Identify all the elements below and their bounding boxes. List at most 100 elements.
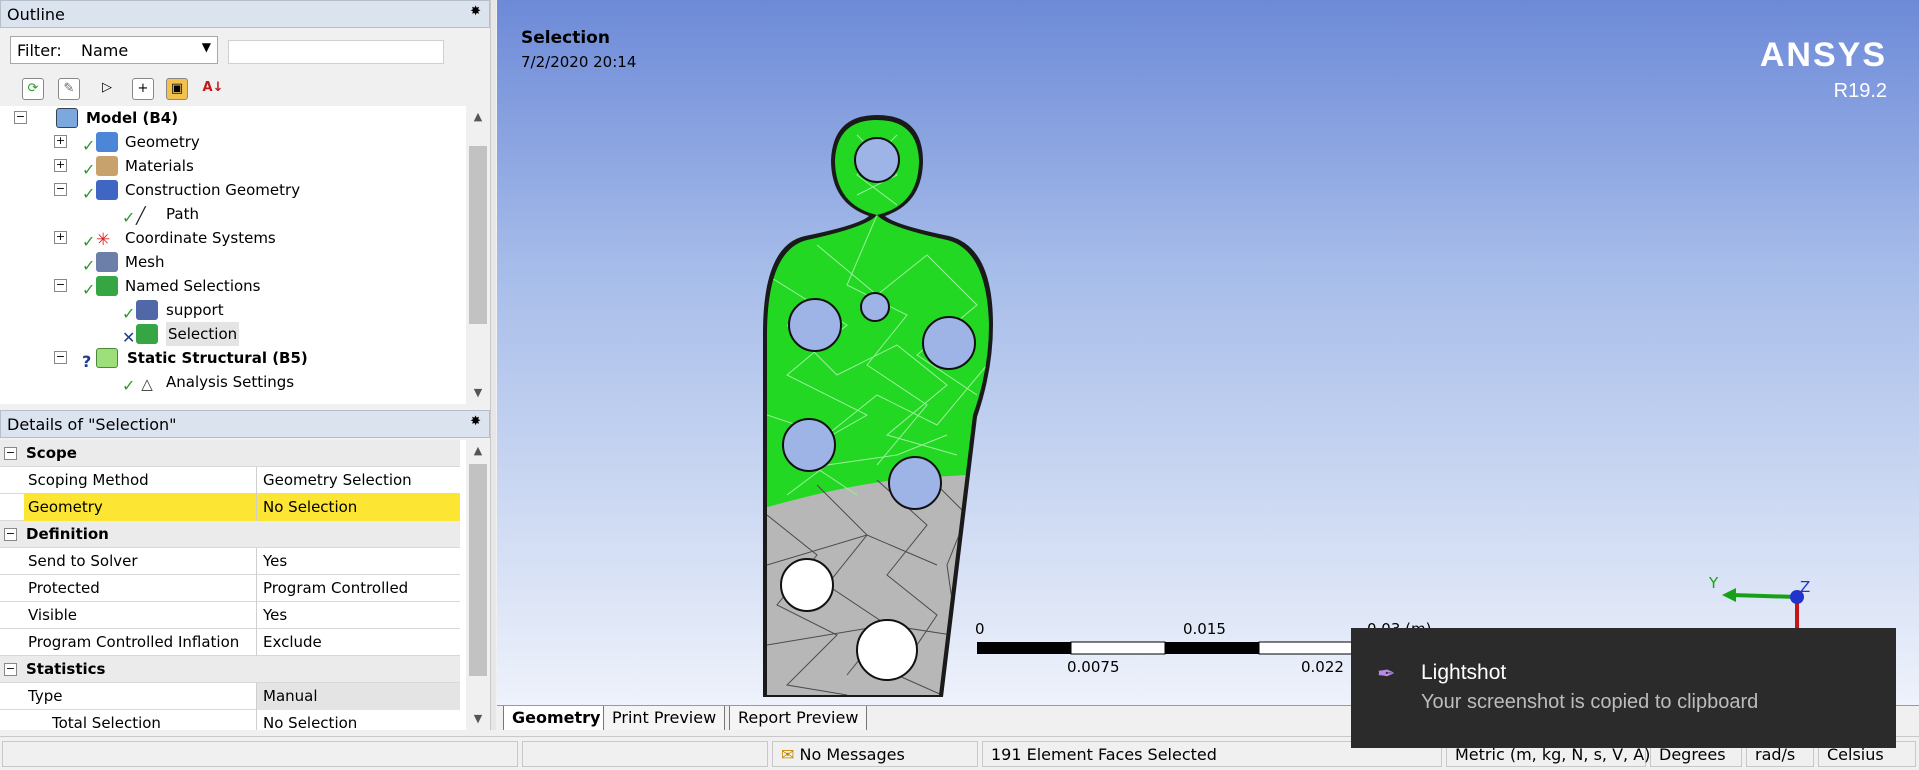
tree-scrollbar[interactable]: ▲ ▼ [466,106,490,404]
tree-item-label: Model (B4) [86,109,179,127]
scroll-thumb[interactable] [469,146,487,324]
detail-value[interactable]: Exclude [257,629,460,656]
filter-dropdown-value: Name [81,41,129,60]
detail-label: Total Selection [24,710,257,730]
refresh-icon[interactable]: ⟳ [22,78,44,100]
detail-row-type[interactable]: Type Manual [0,683,460,710]
lightshot-notification[interactable]: ✒ Lightshot Your screenshot is copied to… [1351,628,1896,748]
construction-geometry-icon [96,180,118,200]
section-scope[interactable]: − Scope [0,440,460,467]
status-messages-text: No Messages [799,745,905,764]
tab-print-preview[interactable]: Print Preview [603,706,726,730]
path-icon: ╱ [136,206,146,225]
goto-selected-icon[interactable]: ▷ [96,78,118,100]
details-scrollbar[interactable]: ▲ ▼ [466,440,490,730]
tree-item-named-selections[interactable]: − ✓ Named Selections [0,274,460,299]
section-definition[interactable]: − Definition [0,521,460,548]
support-icon [136,300,158,320]
chevron-down-icon[interactable]: ▼ [202,40,211,54]
tree-item-label: Selection [166,322,240,346]
collapse-icon[interactable]: − [14,111,27,124]
axis-triad[interactable] [1712,575,1812,635]
detail-value[interactable]: Yes [257,602,460,629]
notification-title: Lightshot [1421,661,1507,684]
detail-row-geometry[interactable]: Geometry No Selection [0,494,460,521]
tree-item-model[interactable]: − Model (B4) [0,106,460,130]
tree-item-path[interactable]: ✓ ╱ Path [0,202,460,227]
status-blank-mid [522,741,768,767]
selection-icon [136,324,158,344]
folder-icon[interactable]: ▣ [166,78,188,100]
detail-value[interactable]: Yes [257,548,460,575]
section-statistics[interactable]: − Statistics [0,656,460,683]
check-icon: ✓ [122,376,136,395]
tree-item-selection[interactable]: ✕ Selection [0,322,460,347]
section-label: Statistics [26,660,106,678]
expand-icon[interactable]: + [54,135,67,148]
tree-item-materials[interactable]: + ✓ Materials [0,154,460,179]
tree-item-mesh[interactable]: ✓ Mesh [0,250,460,275]
tab-geometry[interactable]: Geometry [503,706,610,730]
detail-value[interactable]: Geometry Selection [257,467,460,494]
detail-label: Send to Solver [24,548,257,575]
tree-item-label: support [166,301,224,319]
detail-label: Visible [24,602,257,629]
detail-row-protected[interactable]: Protected Program Controlled [0,575,460,602]
collapse-icon[interactable]: − [4,663,17,676]
pin-icon[interactable]: ✸ [470,4,481,19]
expand-all-icon[interactable]: + [132,78,154,100]
scroll-down-icon[interactable]: ▼ [466,382,490,404]
detail-value[interactable]: Manual [257,683,460,710]
graphics-viewport[interactable]: Selection 7/2/2020 20:14 ANSYS R19.2 0 0… [497,0,1919,705]
collapse-icon[interactable]: − [4,528,17,541]
tree-item-label: Path [166,205,199,223]
tree-item-construction-geometry[interactable]: − ✓ Construction Geometry [0,178,460,203]
tree-item-support[interactable]: ✓ support [0,298,460,323]
model-geometry[interactable] [727,115,1057,705]
filter-search-input[interactable] [228,40,444,64]
detail-value[interactable]: No Selection [257,494,460,521]
tree-item-label: Geometry [125,133,200,151]
detail-row-total-selection[interactable]: Total Selection No Selection [0,710,460,730]
detail-row-send-to-solver[interactable]: Send to Solver Yes [0,548,460,575]
expand-icon[interactable]: + [54,159,67,172]
scroll-up-icon[interactable]: ▲ [466,440,490,462]
sort-az-icon[interactable]: A↓ [202,78,224,100]
notification-message: Your screenshot is copied to clipboard [1421,691,1759,713]
collapse-icon[interactable]: − [54,279,67,292]
filter-dropdown[interactable]: Name ▼ [75,38,215,62]
scroll-down-icon[interactable]: ▼ [466,708,490,730]
pin-icon[interactable]: ✸ [470,414,481,429]
scale-label-0015: 0.015 [1183,620,1226,638]
tree-item-geometry[interactable]: + ✓ Geometry [0,130,460,155]
tree-item-label: Static Structural (B5) [127,349,308,367]
details-panel-header: Details of "Selection" ✸ [0,410,490,438]
coordinate-systems-icon: ✳ [96,230,111,250]
collapse-icon[interactable]: − [4,447,17,460]
scroll-thumb[interactable] [469,464,487,676]
detail-row-scoping-method[interactable]: Scoping Method Geometry Selection [0,467,460,494]
detail-row-visible[interactable]: Visible Yes [0,602,460,629]
ansys-version: R19.2 [1833,80,1887,102]
scroll-up-icon[interactable]: ▲ [466,106,490,128]
collapse-icon[interactable]: − [54,183,67,196]
scale-label-0022: 0.022 [1301,658,1344,676]
tree-item-analysis-settings[interactable]: ✓ △ Analysis Settings [0,370,460,395]
detail-value[interactable]: Program Controlled [257,575,460,602]
panel-splitter[interactable] [490,0,496,730]
details-grid: − Scope Scoping Method Geometry Selectio… [0,440,490,730]
scale-label-00075: 0.0075 [1067,658,1120,676]
tree-item-coordinate-systems[interactable]: + ✓ ✳ Coordinate Systems [0,226,460,251]
detail-value[interactable]: No Selection [257,710,460,730]
collapse-icon[interactable]: − [54,351,67,364]
outline-title: Outline [7,5,65,24]
detail-row-program-controlled-inflation[interactable]: Program Controlled Inflation Exclude [0,629,460,656]
tree-item-static-structural[interactable]: − ? Static Structural (B5) [0,346,460,371]
expand-icon[interactable]: + [54,231,67,244]
viewport-date: 7/2/2020 20:14 [521,53,637,71]
tree-item-label: Analysis Settings [166,373,295,391]
tab-report-preview[interactable]: Report Preview [729,706,868,730]
status-messages[interactable]: ✉ No Messages [772,741,978,767]
eraser-icon[interactable]: ✎ [58,78,80,100]
filter-bar: Filter: Name ▼ [0,28,490,72]
